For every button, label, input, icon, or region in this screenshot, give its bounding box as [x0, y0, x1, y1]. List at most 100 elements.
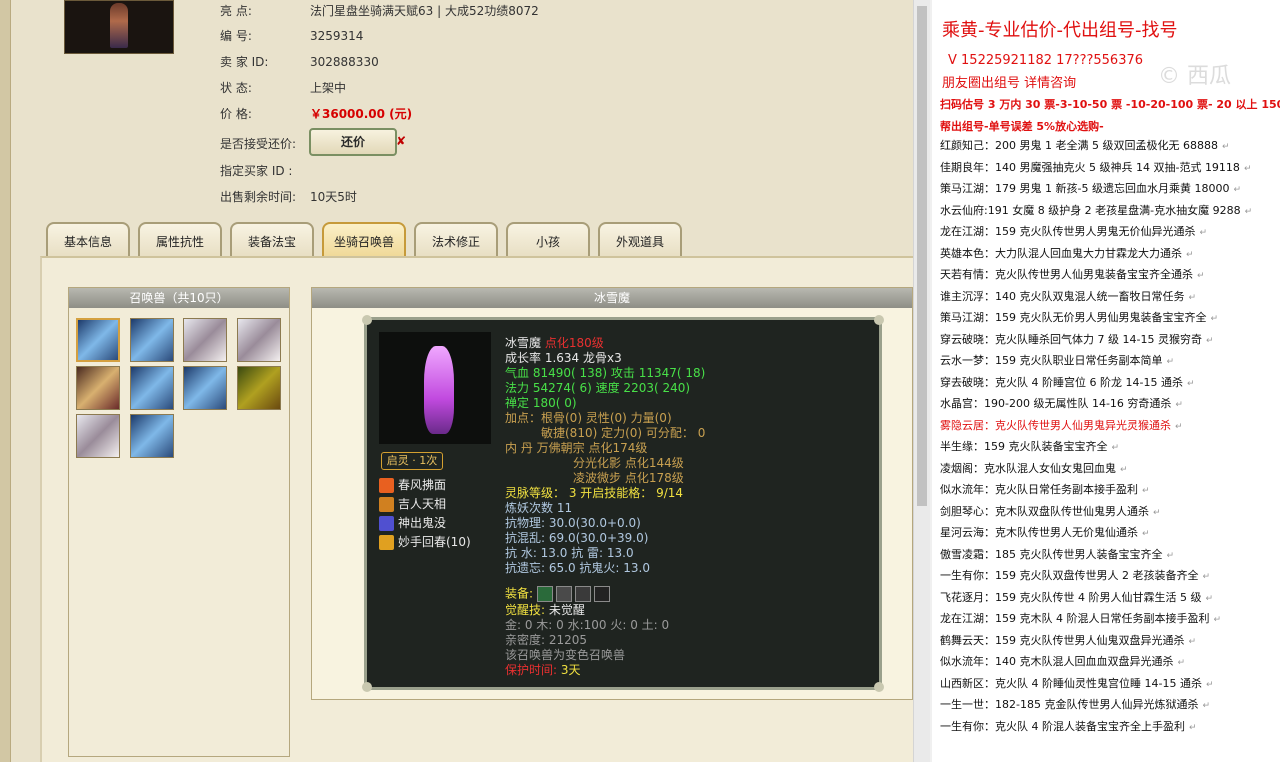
ad-line: 天若有情：克火队传世男人仙男鬼装备宝宝齐全通杀 ↵ [940, 266, 1205, 282]
pet-thumb-1[interactable] [76, 318, 120, 362]
ad-title: 乘黄-专业估价-代出组号-找号 [942, 20, 1178, 41]
ad-line-text: 穿去破晓：克火队 4 阶睡宫位 6 阶龙 14-15 通杀 [940, 375, 1183, 389]
ad-line-text: 策马江湖：179 男鬼 1 新孩-5 级遗忘回血水月乘黄 18000 [940, 182, 1230, 195]
pet-thumb-8[interactable] [237, 366, 281, 410]
pet-stat-card: 启灵 · 1次 春风拂面 吉人天相 神出鬼没 妙手回春(10) 冰雪魔 点化18… [362, 315, 884, 692]
pet-thumb-2[interactable] [130, 318, 174, 362]
inner-core-3: 凌波微步 点化178级 [573, 471, 684, 485]
skill-label: 吉人天相 [398, 497, 447, 511]
seller-label: 卖 家 ID: [220, 55, 269, 69]
heal-icon [379, 535, 394, 550]
ad-line: 龙在江湖：159 克火队传世男人男鬼无价仙异光通杀 ↵ [940, 223, 1207, 239]
skill-label: 神出鬼没 [398, 516, 447, 530]
refine-count-stat: 炼妖次数 11 [505, 501, 573, 515]
ad-line: 英雄本色：大力队混人回血鬼大力甘霖龙大力通杀 ↵ [940, 245, 1194, 261]
return-mark-icon: ↵ [1142, 486, 1150, 496]
tab-basic-info[interactable]: 基本信息 [46, 222, 130, 256]
return-mark-icon: ↵ [1175, 400, 1183, 410]
pet-thumb-5[interactable] [76, 366, 120, 410]
tab-mounts-pets[interactable]: 坐骑召唤兽 [322, 222, 406, 256]
counter-offer-button[interactable]: 还价 [309, 128, 397, 156]
status-value: 上架中 [310, 81, 347, 95]
awaken-skill-value: 未觉醒 [548, 603, 585, 617]
pet-list-header: 召唤兽（共10只） [69, 288, 289, 308]
ad-line: 穿去破晓：克火队 4 阶睡宫位 6 阶龙 14-15 通杀 ↵ [940, 374, 1195, 390]
return-mark-icon: ↵ [1153, 507, 1161, 518]
price-row: 价 格: ￥36000.00 (元) [220, 105, 412, 123]
equip-slot-3-icon[interactable] [574, 586, 591, 602]
equip-label: 装备: [505, 586, 534, 601]
growth-stat: 成长率 1.634 龙骨x3 [505, 351, 622, 365]
pet-thumb-3[interactable] [183, 318, 227, 362]
video-watermark: © 西瓜 [1158, 64, 1231, 89]
res-chaos-stat: 抗混乱: 69.0(30.0+39.0) [505, 531, 649, 545]
pet-thumb-10[interactable] [130, 414, 174, 458]
return-mark-icon: ↵ [1188, 636, 1197, 647]
tab-spell-correction[interactable]: 法术修正 [414, 222, 498, 256]
skill-item[interactable]: 春风拂面 [379, 476, 446, 494]
ad-line-text: 傲雪凌霜：185 克火队传世男人装备宝宝齐全 [940, 547, 1163, 561]
card-corner [874, 682, 884, 692]
ad-line: 似水流年：140 克木队混人回血血双盘异光通杀 ↵ [940, 653, 1185, 669]
counter-label: 是否接受还价: [220, 137, 297, 151]
scrollbar-thumb[interactable] [917, 6, 927, 506]
ad-line-text: 佳期良年：140 男魔强抽克火 5 级神兵 14 双抽-范式 19118 [940, 160, 1240, 174]
tab-equipment[interactable]: 装备法宝 [230, 222, 314, 256]
ad-line: 水晶宫：190-200 级无属性队 14-16 穷奇通杀 ↵ [940, 395, 1183, 411]
equip-slot-4-icon[interactable] [593, 586, 610, 602]
ad-line-text: 龙在江湖：159 克火队传世男人男鬼无价仙异光通杀 [940, 225, 1196, 238]
counter-close-icon[interactable]: ✘ [396, 134, 406, 148]
skill-item[interactable]: 妙手回春(10) [379, 533, 471, 551]
ad-line: 策马江湖：159 克火队无价男人男仙男鬼装备宝宝齐全 ↵ [940, 309, 1218, 325]
pet-image [379, 332, 491, 444]
return-mark-icon: ↵ [1243, 163, 1252, 174]
highlights-label: 亮 点: [220, 4, 252, 18]
return-mark-icon: ↵ [1166, 357, 1175, 367]
inner-core-1: 内 丹 万佛朝宗 点化174级 [505, 441, 648, 455]
return-mark-icon: ↵ [1244, 206, 1253, 217]
return-mark-icon: ↵ [1166, 550, 1175, 561]
price-label: 价 格: [220, 107, 252, 121]
ad-line: 星河云海：克木队传世男人无价鬼仙通杀 ↵ [940, 524, 1150, 540]
skill-item[interactable]: 吉人天相 [379, 495, 446, 513]
ad-line: 凌烟阁：克水队混人女仙女鬼回血鬼 ↵ [940, 460, 1128, 476]
ad-line: 佳期良年：140 男魔强抽克火 5 级神兵 14 双抽-范式 19118 ↵ [940, 159, 1251, 175]
ad-line: 飞花逐月：159 克火队传世 4 阶男人仙甘霖生活 5 级 ↵ [940, 589, 1213, 605]
luck-icon [379, 497, 394, 512]
seller-row: 卖 家 ID: 302888330 [220, 53, 379, 71]
pet-thumb-4[interactable] [237, 318, 281, 362]
ad-line: 剑胆琴心：克木队双盘队传世仙鬼男人通杀 ↵ [940, 503, 1161, 519]
equip-slot-2-icon[interactable] [555, 586, 572, 602]
elements-stat: 金: 0 木: 0 水:100 火: 0 土: 0 [505, 618, 670, 632]
remaining-row: 出售剩余时间: 10天5时 [220, 188, 357, 206]
ad-line: 似水流年：克火队日常任务副本接手盈利 ↵ [940, 481, 1150, 497]
ad-line-text: 凌烟阁：克水队混人女仙女鬼回血鬼 [940, 461, 1116, 475]
equip-slot-1-icon[interactable] [536, 586, 553, 602]
buyer-row: 指定买家 ID : [220, 162, 310, 180]
ad-line: 谁主沉浮：140 克火队双鬼混人统一畜牧日常任务 ↵ [940, 288, 1196, 304]
return-mark-icon: ↵ [1199, 228, 1208, 238]
tab-appearance[interactable]: 外观道具 [598, 222, 682, 256]
ad-line: 一生有你：159 克火队双盘传世男人 2 老孩装备齐全 ↵ [940, 567, 1210, 583]
pet-thumb-6[interactable] [130, 366, 174, 410]
ad-panel: 乘黄-专业估价-代出组号-找号 V 15225921182 17???55637… [930, 0, 1280, 762]
tab-attributes[interactable]: 属性抗性 [138, 222, 222, 256]
inner-core-2: 分光化影 点化144级 [573, 456, 684, 470]
return-mark-icon: ↵ [1202, 701, 1211, 711]
highlights-row: 亮 点: 法门星盘坐骑满天赋63 | 大成52功绩8072 [220, 2, 539, 20]
return-mark-icon: ↵ [1205, 679, 1214, 690]
return-mark-icon: ↵ [1188, 292, 1197, 303]
skill-item[interactable]: 神出鬼没 [379, 514, 446, 532]
ad-line-text: 星河云海：克木队传世男人无价鬼仙通杀 [940, 526, 1138, 539]
res-phys-stat: 抗物理: 30.0(30.0+0.0) [505, 516, 641, 530]
pet-name-line: 冰雪魔 点化180级 [505, 336, 604, 351]
equip-line: 装备: [505, 586, 613, 602]
awaken-skill-label: 觉醒技: [505, 603, 546, 617]
ad-line-text: 一生有你：克火队 4 阶混人装备宝宝齐全上手盈利 [940, 719, 1185, 733]
pet-thumb-7[interactable] [183, 366, 227, 410]
pet-thumb-9[interactable] [76, 414, 120, 458]
tab-children[interactable]: 小孩 [506, 222, 590, 256]
ad-line-text: 谁主沉浮：140 克火队双鬼混人统一畜牧日常任务 [940, 289, 1185, 303]
page-scrollbar[interactable] [913, 0, 931, 762]
ad-line: 云水一梦：159 克火队职业日常任务副本简单 ↵ [940, 352, 1174, 368]
